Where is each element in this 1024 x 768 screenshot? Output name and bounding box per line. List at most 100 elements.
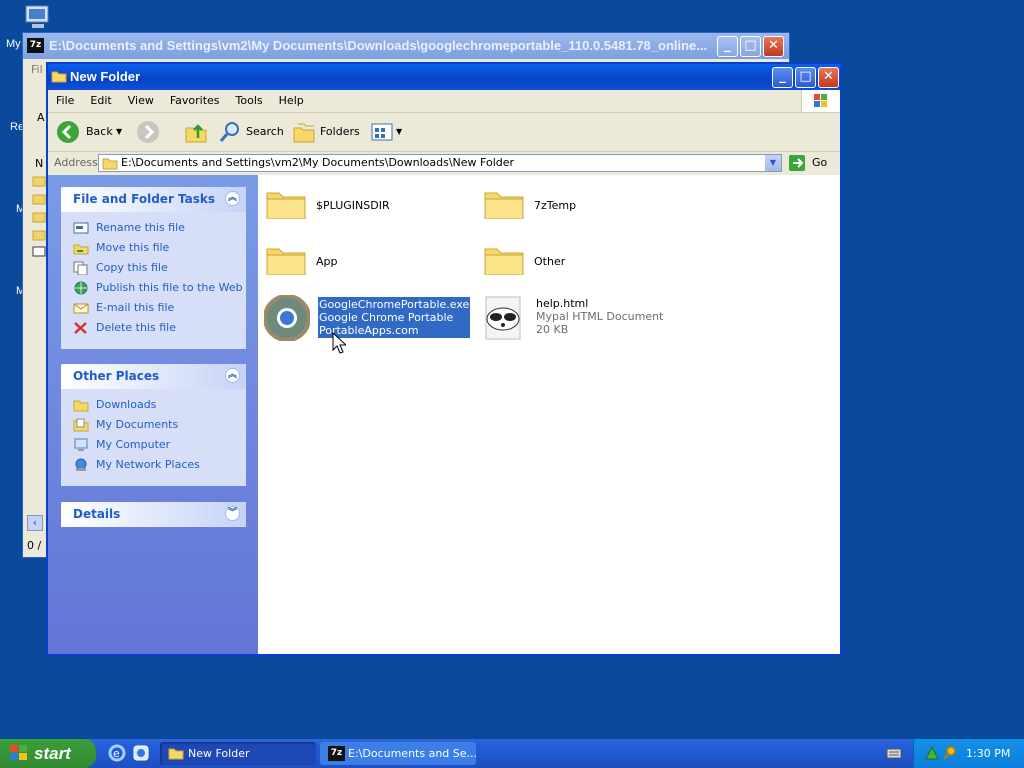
task-delete[interactable]: Delete this file xyxy=(61,318,246,338)
go-arrow-icon xyxy=(789,155,805,171)
search-label: Search xyxy=(246,125,284,138)
file-item-chrome-portable[interactable]: GoogleChromePortable.exe Google Chrome P… xyxy=(264,295,471,343)
globe-icon xyxy=(74,281,88,295)
address-dropdown-button[interactable]: ▼ xyxy=(765,155,781,171)
folder-icon xyxy=(266,192,306,219)
address-label: Address xyxy=(54,156,98,169)
windows-flag-icon xyxy=(801,90,840,112)
mouse-cursor-icon xyxy=(332,332,346,354)
place-my-computer[interactable]: My Computer xyxy=(61,435,246,455)
menu-favorites[interactable]: Favorites xyxy=(162,90,228,112)
folders-button[interactable]: Folders xyxy=(292,120,362,144)
maximize-button[interactable]: □ xyxy=(795,67,816,88)
rename-icon xyxy=(73,222,89,234)
file-list-view[interactable]: $PLUGINSDIR 7zTemp App Other GoogleChrom… xyxy=(258,175,840,654)
bg-scroll-left-button[interactable]: ‹ xyxy=(27,515,43,531)
address-bar: Address E:\Documents and Settings\vm2\My… xyxy=(48,152,840,174)
bg-minimize-button[interactable]: _ xyxy=(717,36,738,57)
task-label: Rename this file xyxy=(96,221,185,234)
go-button[interactable]: Go xyxy=(788,154,834,172)
panel-title: File and Folder Tasks xyxy=(73,192,216,206)
network-icon xyxy=(75,458,87,471)
clock[interactable]: 1:30 PM xyxy=(966,739,1010,768)
my-computer-desktop-icon[interactable] xyxy=(22,4,54,32)
task-copy[interactable]: Copy this file xyxy=(61,258,246,278)
place-my-documents[interactable]: My Documents xyxy=(61,415,246,435)
window-title[interactable]: New Folder xyxy=(48,64,840,90)
place-my-network[interactable]: My Network Places xyxy=(61,455,246,475)
delete-x-icon xyxy=(74,322,87,334)
task-label: Move this file xyxy=(96,241,170,254)
start-label: start xyxy=(34,744,71,763)
file-name: help.html xyxy=(536,297,589,310)
folder-icon xyxy=(168,748,184,760)
views-icon xyxy=(371,123,393,141)
7zip-app-icon: 7z xyxy=(27,38,44,53)
ie-quicklaunch-icon[interactable]: e xyxy=(108,744,126,762)
address-input[interactable]: E:\Documents and Settings\vm2\My Documen… xyxy=(98,154,782,172)
place-label: Downloads xyxy=(96,398,157,411)
folder-item-other[interactable]: Other xyxy=(484,243,684,283)
file-description: Google Chrome Portable xyxy=(319,311,454,324)
task-move[interactable]: Move this file xyxy=(61,238,246,258)
forward-button[interactable] xyxy=(136,120,176,144)
bg-maximize-button[interactable]: □ xyxy=(740,36,761,57)
file-name: GoogleChromePortable.exe xyxy=(319,298,470,311)
menu-file[interactable]: File xyxy=(48,90,82,112)
file-name: $PLUGINSDIR xyxy=(316,199,390,212)
expand-chevron-icon[interactable]: ︾ xyxy=(225,506,240,521)
file-item-help-html[interactable]: help.html Mypal HTML Document 20 KB xyxy=(480,295,700,343)
task-publish[interactable]: Publish this file to the Web xyxy=(61,278,246,298)
bg-folder-list-icons xyxy=(31,173,47,273)
collapse-chevron-icon[interactable]: ︽ xyxy=(225,191,240,206)
file-folder-tasks-panel: File and Folder Tasks ︽ Rename this file … xyxy=(61,187,246,349)
email-icon xyxy=(73,303,89,314)
bg-row-letter: A xyxy=(37,111,45,124)
bg-menu-file[interactable]: Fil xyxy=(31,63,43,76)
other-places-panel: Other Places ︽ Downloads My Documents My … xyxy=(61,364,246,486)
task-email[interactable]: E-mail this file xyxy=(61,298,246,318)
folder-item-app[interactable]: App xyxy=(266,243,466,283)
chrome-icon xyxy=(264,295,310,341)
other-places-header[interactable]: Other Places ︽ xyxy=(61,364,246,389)
panel-title: Details xyxy=(73,507,121,521)
task-rename[interactable]: Rename this file xyxy=(61,218,246,238)
menu-help[interactable]: Help xyxy=(271,90,312,112)
search-button[interactable]: Search xyxy=(218,120,284,144)
file-name: App xyxy=(316,255,338,268)
keyboard-icon[interactable] xyxy=(886,746,902,760)
media-quicklaunch-icon[interactable] xyxy=(132,744,150,762)
back-button[interactable]: Back ▼ xyxy=(56,120,126,144)
place-downloads[interactable]: Downloads xyxy=(61,395,246,415)
bg-close-button[interactable]: ✕ xyxy=(763,36,784,57)
up-folder-button[interactable] xyxy=(184,120,210,144)
back-dropdown-icon[interactable]: ▼ xyxy=(116,120,122,144)
menu-bar: File Edit View Favorites Tools Help xyxy=(48,90,840,113)
taskbar-item-7zip[interactable]: 7z E:\Documents and Se... xyxy=(320,742,476,765)
views-button[interactable]: ▼ xyxy=(370,120,406,144)
raccoon-html-icon xyxy=(485,296,521,340)
folder-item-pluginsdir[interactable]: $PLUGINSDIR xyxy=(266,187,466,227)
folders-icon xyxy=(293,123,315,143)
address-folder-icon xyxy=(102,158,118,170)
network-tray-icon[interactable] xyxy=(924,745,940,761)
bg-window-title[interactable]: E:\Documents and Settings\vm2\My Documen… xyxy=(23,33,789,59)
collapse-chevron-icon[interactable]: ︽ xyxy=(225,368,240,383)
go-label: Go xyxy=(812,156,828,169)
folder-icon xyxy=(73,400,89,412)
start-button[interactable]: start xyxy=(0,739,96,768)
close-button[interactable]: ✕ xyxy=(818,67,839,88)
computer-icon xyxy=(74,438,88,451)
search-tray-icon[interactable] xyxy=(942,745,958,761)
file-folder-tasks-header[interactable]: File and Folder Tasks ︽ xyxy=(61,187,246,212)
minimize-button[interactable]: _ xyxy=(772,67,793,88)
explorer-window[interactable]: New Folder _ □ ✕ File Edit View Favorites To… xyxy=(46,62,842,656)
menu-edit[interactable]: Edit xyxy=(82,90,119,112)
details-panel: Details ︾ xyxy=(61,502,246,527)
task-pane: File and Folder Tasks ︽ Rename this file … xyxy=(48,175,258,654)
details-header[interactable]: Details ︾ xyxy=(61,502,246,527)
taskbar-item-new-folder[interactable]: New Folder xyxy=(160,742,316,765)
menu-view[interactable]: View xyxy=(120,90,162,112)
folder-item-7ztemp[interactable]: 7zTemp xyxy=(484,187,684,227)
menu-tools[interactable]: Tools xyxy=(228,90,271,112)
